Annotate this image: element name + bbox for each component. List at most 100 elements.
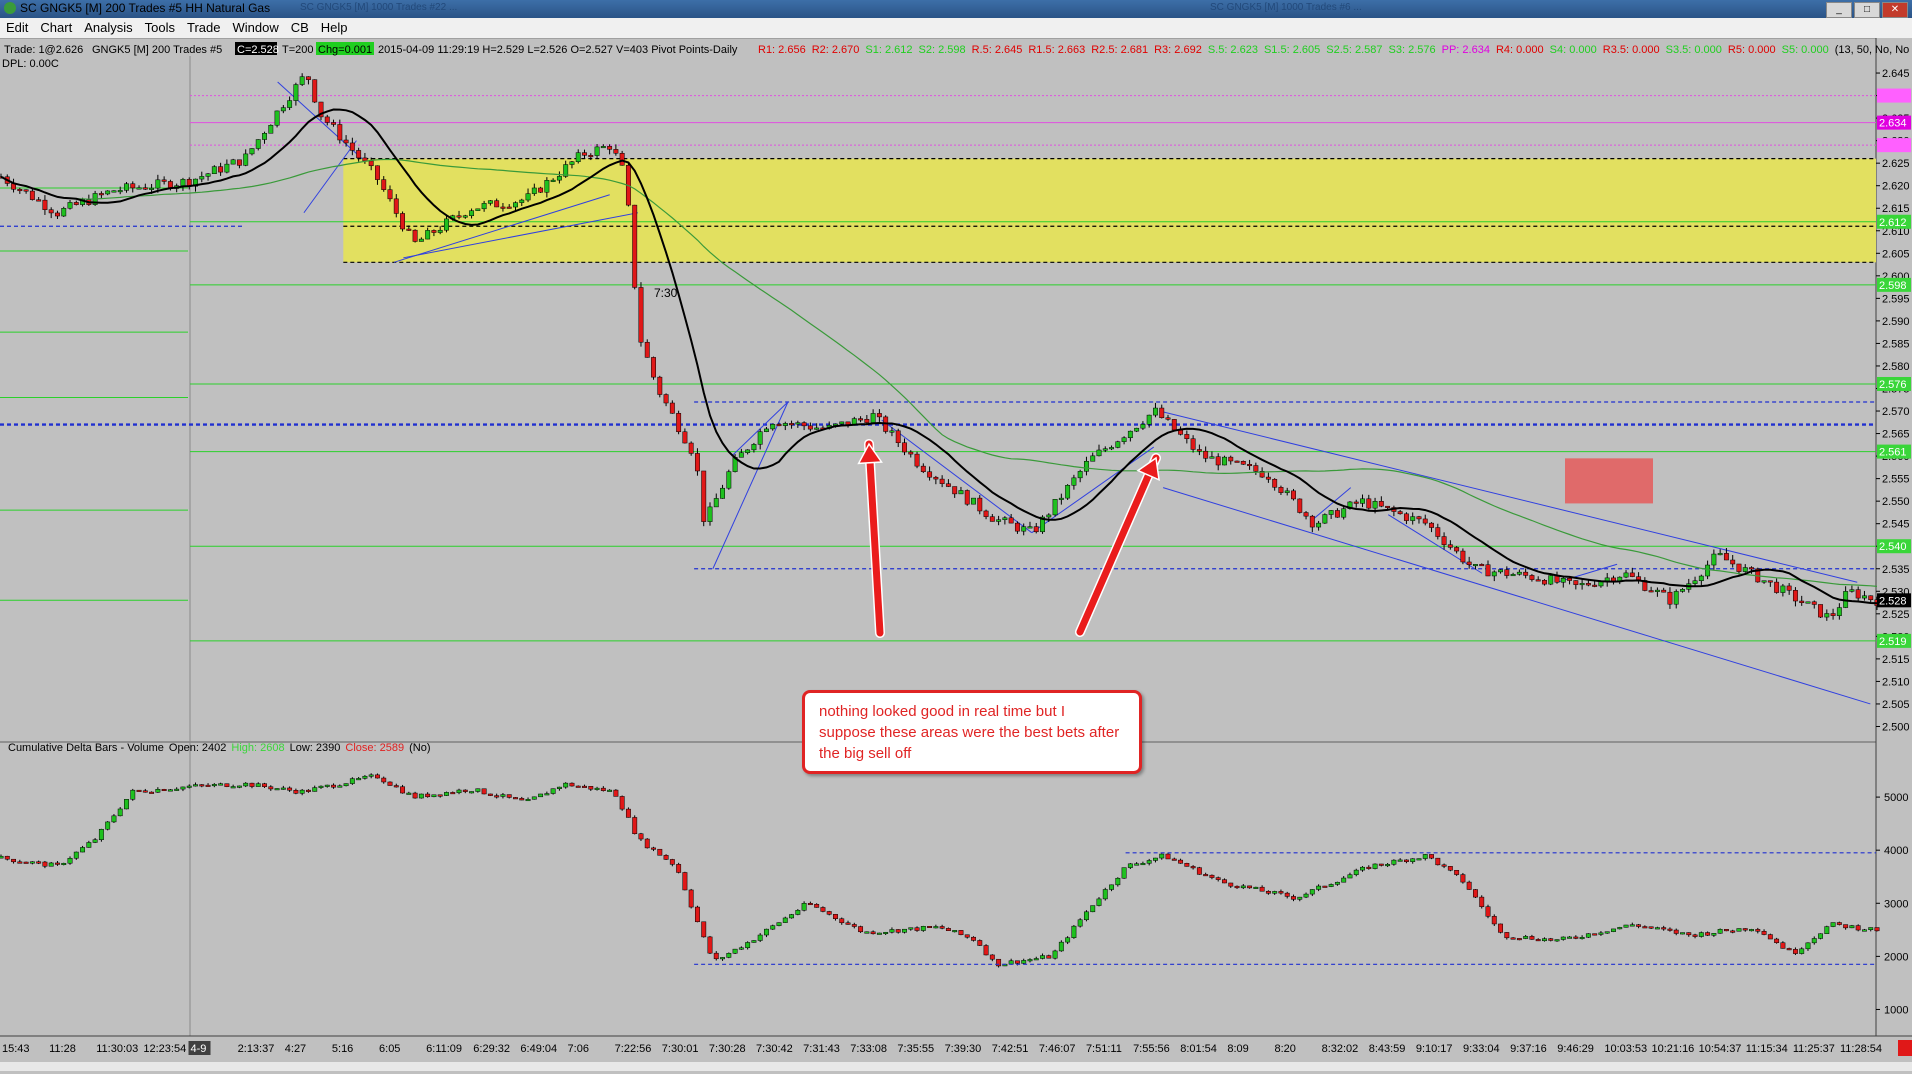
delta-bar [1259,886,1265,892]
delta-bar [1623,924,1629,928]
price-tick-label: 2.535 [1882,564,1910,576]
price-candle [575,152,581,162]
price-candle [98,193,104,196]
time-tick-label: 10:03:53 [1604,1043,1647,1055]
delta-bar [1629,924,1635,927]
maximize-button[interactable]: □ [1854,2,1880,18]
delta-bar [958,930,964,936]
menu-cb[interactable]: CB [285,18,315,38]
price-candle [1542,579,1547,585]
price-candle [349,142,355,151]
price-candle [757,431,763,445]
delta-bar [1504,932,1510,939]
minimize-button[interactable]: _ [1826,2,1852,18]
delta-bar [1717,929,1723,934]
delta-bar [751,940,757,943]
price-level-label: 2.634 [1879,118,1907,130]
price-candle [1334,510,1340,518]
delta-bar [600,787,606,791]
price-chart[interactable]: 2.6452.6402.6352.6302.6252.6202.6152.610… [0,38,1912,1071]
delta-bar [971,936,976,941]
menu-chart[interactable]: Chart [34,18,78,38]
delta-bar [124,799,129,810]
delta-bar [1071,925,1077,938]
price-candle [73,202,79,205]
price-candle [1454,547,1460,552]
delta-bar [594,787,600,790]
pivot-value: S1: 2.612 [865,44,912,56]
delta-bar [1742,928,1748,931]
delta-bar [1058,941,1064,952]
price-candle [1429,522,1434,528]
price-candle [111,190,117,193]
delta-bar [839,918,845,924]
time-tick-label: 5:16 [332,1043,353,1055]
delta-bar [255,783,261,787]
time-annotation: 7:30 [654,286,678,300]
menu-window[interactable]: Window [226,18,284,38]
app-icon [4,2,16,14]
delta-bar [908,927,914,930]
price-candle [945,483,951,487]
price-candle [1579,583,1585,586]
chart-area[interactable]: 2.6452.6402.6352.6302.6252.6202.6152.610… [0,38,1912,1071]
menu-edit[interactable]: Edit [0,18,34,38]
delta-bar [1146,860,1152,864]
price-candle [255,139,261,149]
delta-bar [1309,889,1315,895]
price-candle [1529,575,1535,580]
delta-bar [343,783,349,787]
menu-trade[interactable]: Trade [181,18,226,38]
delta-bar [1510,937,1516,940]
price-candle [1102,448,1108,451]
pivot-badge [1877,88,1911,103]
t-label: T=200 [282,44,314,56]
price-candle [1222,456,1227,466]
delta-bar [826,911,832,915]
price-candle [939,478,945,484]
trend-line [1159,410,1858,583]
price-candle [1027,526,1033,529]
delta-bar [638,833,644,840]
delta-bar [870,931,876,935]
price-candle [1096,449,1102,457]
price-candle [1692,580,1698,584]
price-candle [569,161,575,165]
price-candle [1265,476,1271,480]
delta-bar [1159,853,1165,859]
price-candle [1196,449,1202,452]
menu-bar: Edit Chart Analysis Tools Trade Window CB Help [0,18,1912,39]
delta-bar [1862,929,1867,932]
delta-bar [1755,929,1761,932]
pivot-value: R5: 0.000 [1728,44,1776,56]
menu-analysis[interactable]: Analysis [78,18,138,38]
delta-bar [625,808,631,818]
trend-line [712,401,789,569]
price-candle [356,150,362,159]
close-button[interactable]: ✕ [1882,2,1908,18]
pivot-value: S2: 2.598 [919,44,966,56]
delta-bar [996,958,1002,967]
delta-bar [1334,881,1340,885]
delta-bar [412,792,418,799]
price-candle [1046,514,1052,518]
delta-bar [945,928,951,931]
delta-bar [230,786,236,789]
price-candle [1203,450,1209,459]
time-tick-label: 7:22:56 [615,1043,652,1055]
delta-bar [607,789,613,792]
delta-bar [1673,929,1679,934]
delta-bar [274,788,280,791]
price-candle [582,152,587,156]
menu-tools[interactable]: Tools [139,18,181,38]
price-candle [920,465,926,472]
price-candle [1654,589,1660,592]
price-candle [814,427,820,430]
delta-bar [544,793,550,796]
price-candle [669,402,675,414]
menu-help[interactable]: Help [315,18,354,38]
delta-bar [1303,893,1309,898]
delta-bar [305,789,311,792]
price-candle [682,431,688,444]
delta-bar [149,791,155,794]
